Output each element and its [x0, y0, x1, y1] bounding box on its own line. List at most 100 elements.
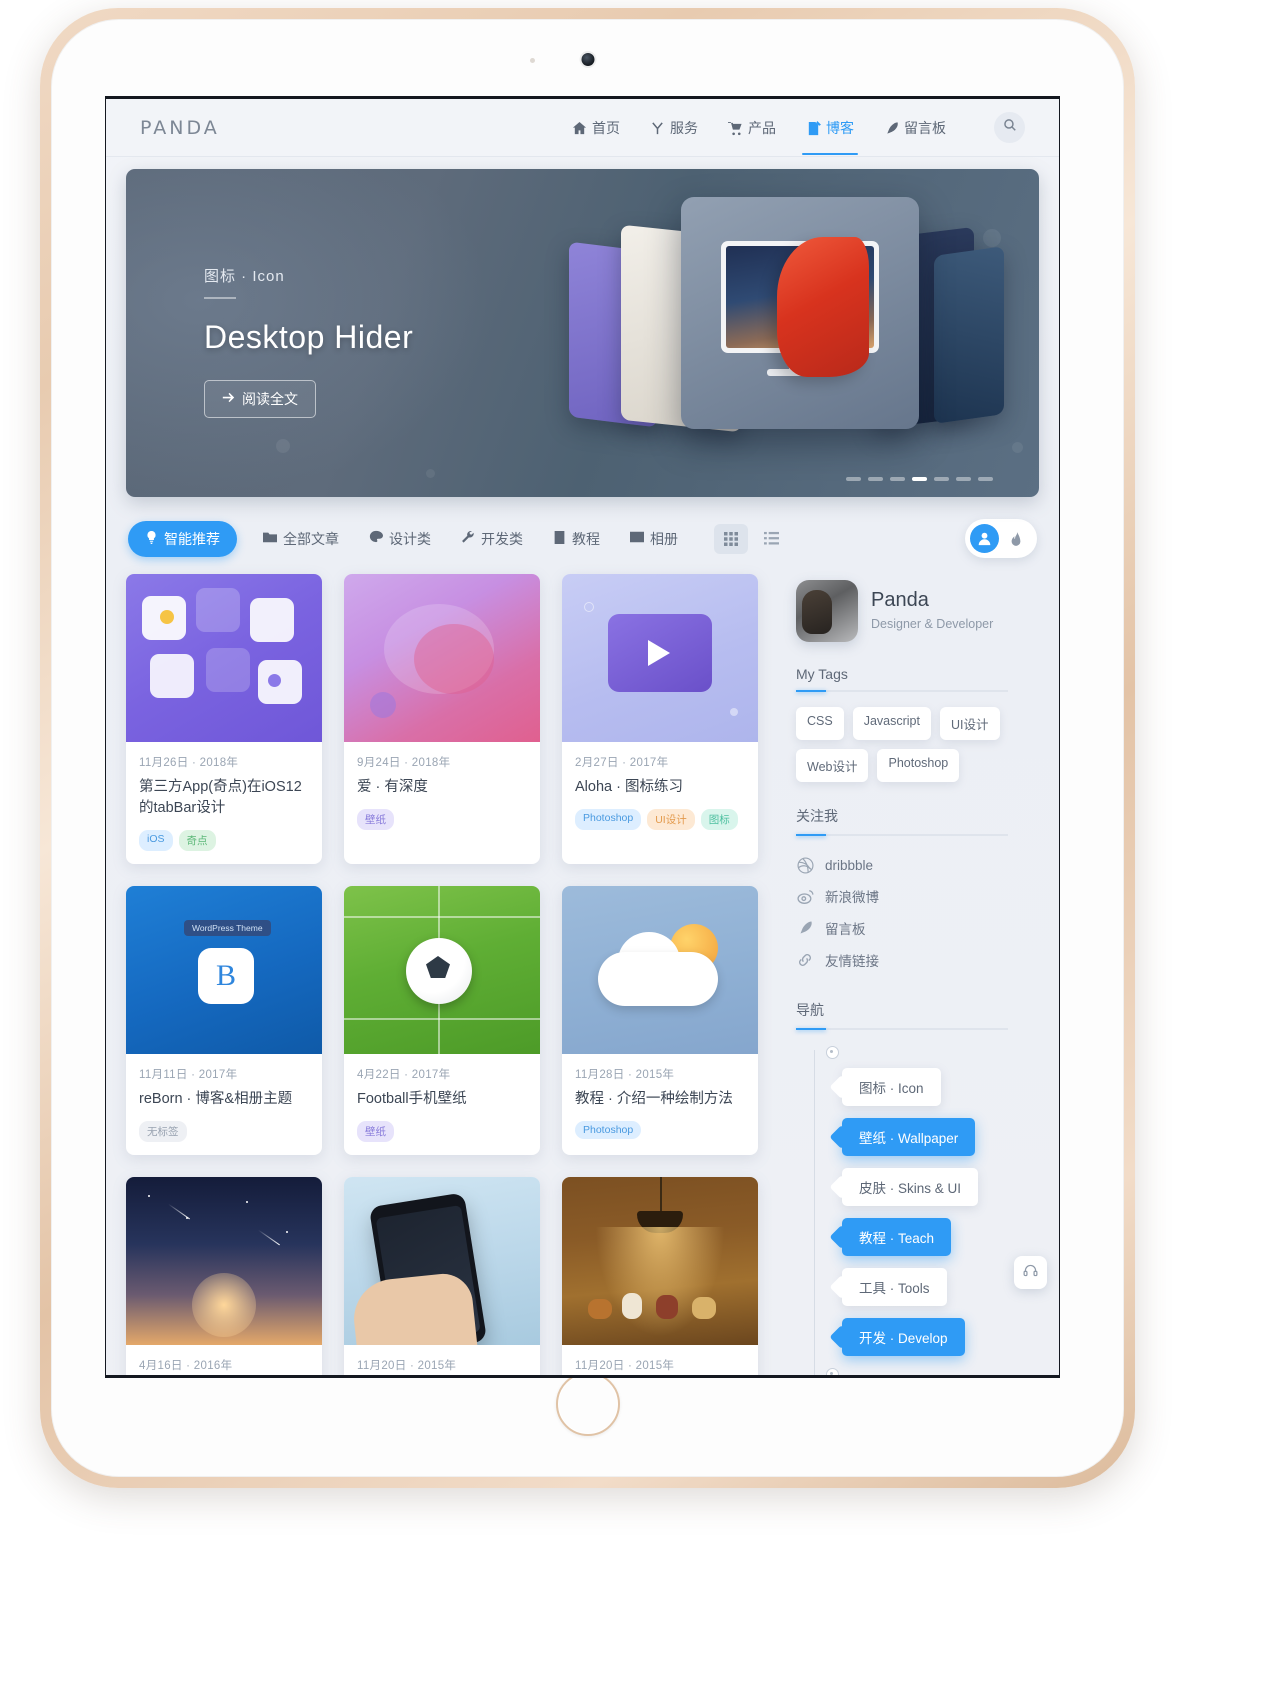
article-title[interactable]: Aloha · 图标练习	[575, 777, 745, 798]
article-tag[interactable]: iOS	[139, 830, 173, 852]
category-link-teach[interactable]: 教程 · Teach	[842, 1218, 952, 1256]
nav-item-blog[interactable]: 博客	[802, 100, 858, 155]
book-icon	[553, 530, 566, 547]
grid-view-icon[interactable]	[714, 523, 748, 554]
article-body: 11月28日 · 2015年 教程 · 介绍一种绘制方法 Photoshop	[562, 1054, 758, 1152]
article-card[interactable]: 4月22日 · 2017年 Football手机壁纸 壁纸	[344, 886, 540, 1156]
category-label: 壁纸 · Wallpaper	[859, 1131, 959, 1146]
home-button[interactable]	[555, 1372, 620, 1436]
carousel-pagination[interactable]	[846, 477, 993, 481]
timeline-row: 皮肤 · Skins & UI	[842, 1168, 1008, 1206]
carousel-dot[interactable]	[956, 477, 971, 481]
article-tags: Photoshop UI设计 图标	[575, 809, 745, 831]
filter-tab-all-posts[interactable]: 全部文章	[263, 529, 339, 549]
article-card[interactable]: 11月28日 · 2015年 教程 · 介绍一种绘制方法 Photoshop	[562, 886, 758, 1156]
filter-tab-development[interactable]: 开发类	[461, 529, 523, 549]
fire-icon[interactable]	[1003, 526, 1029, 552]
category-link-skins[interactable]: 皮肤 · Skins & UI	[842, 1168, 979, 1206]
timeline-row: 开发 · Develop	[842, 1318, 1008, 1356]
category-timeline: 图标 · Icon 壁纸 · Wallpaper 皮肤 · Skins & UI	[796, 1046, 1008, 1375]
article-title[interactable]: reBorn · 博客&相册主题	[139, 1089, 309, 1110]
follow-links: dribbble 新浪微博 留言板 友情链接	[796, 850, 1008, 976]
image-icon	[630, 530, 644, 547]
filter-tab-album[interactable]: 相册	[630, 529, 678, 549]
carousel-dot-active[interactable]	[912, 477, 927, 481]
cloud-illustration	[598, 952, 718, 1007]
follow-link-guestbook[interactable]: 留言板	[796, 912, 1008, 944]
article-tag[interactable]: Photoshop	[575, 809, 642, 831]
category-link-tools[interactable]: 工具 · Tools	[842, 1268, 947, 1306]
nav-item-home[interactable]: 首页	[570, 100, 622, 155]
article-tag[interactable]: UI设计	[647, 809, 695, 831]
article-card[interactable]: WordPress Theme B 11月11日 · 2017年 reBorn …	[126, 886, 322, 1156]
profile-quick-actions	[965, 519, 1037, 558]
pen-icon	[796, 919, 814, 937]
article-card[interactable]: 11月20日 · 2015年 OrgRar · WinRAR主题	[562, 1177, 758, 1375]
article-tag[interactable]: Photoshop	[575, 1121, 642, 1140]
sidebar-tag-photoshop[interactable]: Photoshop	[877, 749, 960, 782]
article-card[interactable]: 11月20日 · 2015年 flyme手机壁纸 Photoshop UI设计	[344, 1177, 540, 1375]
sidebar-tag-ui[interactable]: UI设计	[939, 707, 1000, 740]
support-float-button[interactable]	[1014, 1256, 1047, 1289]
decor-bubble	[276, 439, 290, 453]
article-card[interactable]: 11月26日 · 2018年 第三方App(奇点)在iOS12的tabBar设计…	[126, 574, 322, 865]
article-title[interactable]: 第三方App(奇点)在iOS12的tabBar设计	[139, 777, 309, 819]
lamp-glow	[595, 1227, 725, 1338]
article-body: 2月27日 · 2017年 Aloha · 图标练习 Photoshop UI设…	[562, 742, 758, 843]
site-logo[interactable]: PANDA	[140, 117, 220, 139]
article-tags: 壁纸	[357, 1121, 527, 1143]
article-thumbnail	[562, 574, 758, 742]
decor-bubble	[426, 469, 435, 478]
follow-link-friends[interactable]: 友情链接	[796, 944, 1008, 976]
nav-item-guestbook[interactable]: 留言板	[882, 100, 948, 155]
avatar[interactable]	[796, 580, 858, 642]
category-link-develop[interactable]: 开发 · Develop	[842, 1318, 965, 1356]
follow-link-dribbble[interactable]: dribbble	[796, 850, 1008, 880]
carousel-dot[interactable]	[890, 477, 905, 481]
ambient-sensor-icon	[529, 58, 535, 63]
article-card[interactable]: 9月24日 · 2018年 爱 · 有深度 壁纸	[344, 574, 540, 865]
carousel-dot[interactable]	[846, 477, 861, 481]
lamp-cord	[660, 1177, 662, 1214]
article-tag[interactable]: 图标	[700, 809, 738, 831]
sidebar-tag-javascript[interactable]: Javascript	[852, 707, 931, 740]
carousel-dot[interactable]	[978, 477, 993, 481]
category-label: 图标 · Icon	[859, 1081, 924, 1096]
article-date: 9月24日 · 2018年	[357, 757, 451, 769]
filter-tab-recommend[interactable]: 智能推荐	[128, 520, 237, 557]
read-more-button[interactable]: 阅读全文	[204, 380, 316, 418]
article-tag[interactable]: 无标签	[139, 1121, 187, 1143]
nav-item-services[interactable]: 服务	[648, 100, 700, 155]
article-title[interactable]: 爱 · 有深度	[357, 777, 527, 798]
article-card[interactable]: 2月27日 · 2017年 Aloha · 图标练习 Photoshop UI设…	[562, 574, 758, 865]
hero-category: 图标 · Icon	[204, 268, 285, 285]
carousel-dot[interactable]	[868, 477, 883, 481]
filter-tab-design[interactable]: 设计类	[369, 529, 431, 549]
timeline-node-top	[826, 1046, 839, 1059]
sidebar-tag-css[interactable]: CSS	[796, 707, 844, 740]
user-icon[interactable]	[970, 524, 999, 553]
article-card[interactable]: 4月16日 · 2016年 私藏壁纸一张	[126, 1177, 322, 1375]
filter-tab-tutorial[interactable]: 教程	[553, 529, 600, 549]
follow-link-label: 留言板	[825, 922, 866, 937]
list-view-icon[interactable]	[754, 524, 788, 554]
article-tag[interactable]: 奇点	[178, 830, 216, 852]
article-title[interactable]: Football手机壁纸	[357, 1089, 527, 1110]
category-link-icon[interactable]: 图标 · Icon	[842, 1068, 941, 1106]
nav-item-products[interactable]: 产品	[726, 100, 778, 155]
hero-banner[interactable]: 图标 · Icon Desktop Hider 阅读全文	[126, 169, 1039, 497]
section-divider	[796, 1028, 1008, 1030]
article-date: 11月20日 · 2015年	[575, 1360, 675, 1373]
article-title[interactable]: 教程 · 介绍一种绘制方法	[575, 1089, 745, 1110]
timeline-row: 图标 · Icon	[842, 1068, 1008, 1106]
sidebar-tag-web[interactable]: Web设计	[796, 749, 869, 782]
search-button[interactable]	[994, 112, 1025, 143]
carousel-dot[interactable]	[934, 477, 949, 481]
article-tag[interactable]: 壁纸	[357, 809, 394, 831]
category-link-wallpaper[interactable]: 壁纸 · Wallpaper	[842, 1118, 976, 1156]
follow-link-weibo[interactable]: 新浪微博	[796, 880, 1008, 912]
filter-tab-label: 开发类	[481, 530, 523, 547]
article-tag[interactable]: 壁纸	[357, 1121, 394, 1143]
article-body: 11月26日 · 2018年 第三方App(奇点)在iOS12的tabBar设计…	[126, 742, 322, 864]
weibo-icon	[796, 887, 814, 905]
